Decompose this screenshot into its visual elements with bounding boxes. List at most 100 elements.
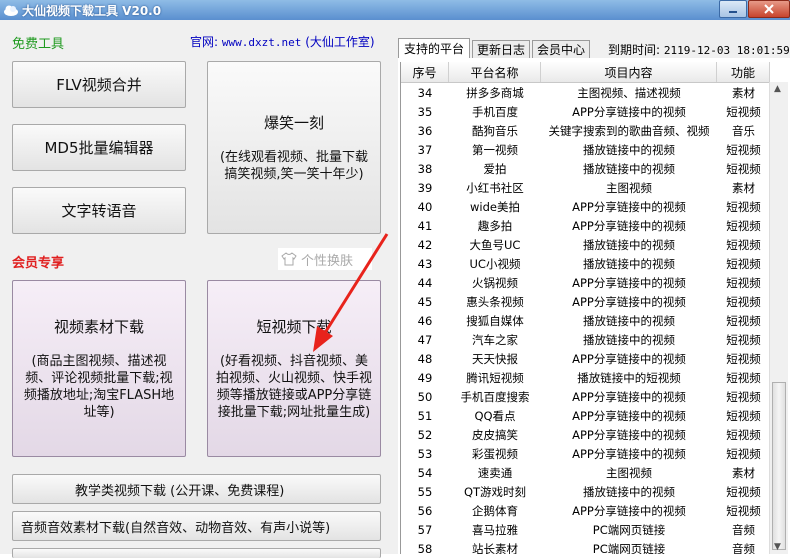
flv-merge-label: FLV视频合并	[56, 76, 142, 94]
row-index: 56	[417, 503, 433, 518]
table-row[interactable]: 39 小红书社区 主图视频 素材	[401, 178, 770, 197]
table-row[interactable]: 55 QT游戏时刻 播放链接中的视频 短视频	[401, 482, 770, 501]
row-index: 34	[417, 85, 433, 100]
row-platform: UC小视频	[469, 256, 521, 271]
row-function: 短视频	[726, 218, 761, 233]
table-row[interactable]: 52 皮皮搞笑 APP分享链接中的视频 短视频	[401, 425, 770, 444]
table-row[interactable]: 49 腾讯短视频 播放链接中的短视频 短视频	[401, 368, 770, 387]
row-content: 播放链接中的视频	[583, 484, 675, 499]
flv-merge-button[interactable]: FLV视频合并	[12, 61, 186, 108]
row-function: 短视频	[726, 503, 761, 518]
platform-table: 序号 平台名称 项目内容 功能 34 拼多多商城 主图视频、描述视频 素材 35 手机百度…	[400, 62, 770, 554]
col-content[interactable]: 项目内容	[541, 62, 717, 82]
tab-supported-platforms[interactable]: 支持的平台	[398, 38, 470, 58]
row-platform: 搜狐自媒体	[466, 313, 524, 328]
scroll-up-icon[interactable]: ▲	[774, 84, 781, 94]
col-platform[interactable]: 平台名称	[449, 62, 541, 82]
tab-member-center[interactable]: 会员中心	[532, 40, 590, 58]
next-tool-button[interactable]	[12, 548, 381, 558]
table-row[interactable]: 44 火锅视频 APP分享链接中的视频 短视频	[401, 273, 770, 292]
row-content: APP分享链接中的视频	[572, 199, 686, 214]
table-row[interactable]: 37 第一视频 播放链接中的视频 短视频	[401, 140, 770, 159]
row-index: 50	[417, 389, 433, 404]
row-function: 短视频	[726, 294, 761, 309]
expire-label: 到期时间:	[608, 43, 661, 57]
row-platform: 第一视频	[472, 142, 518, 157]
row-index: 57	[417, 522, 433, 537]
table-row[interactable]: 46 搜狐自媒体 播放链接中的视频 短视频	[401, 311, 770, 330]
tshirt-icon	[281, 252, 297, 266]
tab-update-log[interactable]: 更新日志	[472, 40, 530, 58]
row-platform: 速卖通	[477, 465, 513, 480]
row-function: 短视频	[726, 370, 761, 385]
audio-material-download-button[interactable]: 音频音效素材下载(自然音效、动物音效、有声小说等)	[12, 511, 381, 541]
row-index: 44	[417, 275, 433, 290]
course-video-download-button[interactable]: 教学类视频下载 (公开课、免费课程)	[12, 474, 381, 504]
table-row[interactable]: 56 企鹅体育 APP分享链接中的视频 短视频	[401, 501, 770, 520]
table-row[interactable]: 54 速卖通 主图视频 素材	[401, 463, 770, 482]
table-row[interactable]: 47 汽车之家 播放链接中的视频 短视频	[401, 330, 770, 349]
table-row[interactable]: 50 手机百度搜索 APP分享链接中的视频 短视频	[401, 387, 770, 406]
row-index: 55	[417, 484, 433, 499]
row-index: 39	[417, 180, 433, 195]
table-row[interactable]: 40 wide美拍 APP分享链接中的视频 短视频	[401, 197, 770, 216]
md5-editor-button[interactable]: MD5批量编辑器	[12, 124, 186, 171]
table-row[interactable]: 35 手机百度 APP分享链接中的视频 短视频	[401, 102, 770, 121]
funny-moments-button[interactable]: 爆笑一刻 (在线观看视频、批量下载搞笑视频,笑一笑十年少)	[207, 61, 381, 234]
table-row[interactable]: 36 酷狗音乐 关键字搜索到的歌曲音频、视频 音乐	[401, 121, 770, 140]
row-index: 36	[417, 123, 433, 138]
col-function[interactable]: 功能	[717, 62, 770, 82]
table-scrollbar[interactable]: ▲ ▼	[769, 82, 788, 554]
official-url-link[interactable]: www.dxzt.net	[222, 36, 301, 49]
row-content: 播放链接中的短视频	[577, 370, 681, 385]
table-row[interactable]: 48 天天快报 APP分享链接中的视频 短视频	[401, 349, 770, 368]
row-index: 49	[417, 370, 433, 385]
table-row[interactable]: 57 喜马拉雅 PC端网页链接 音频	[401, 520, 770, 539]
table-row[interactable]: 34 拼多多商城 主图视频、描述视频 素材	[401, 83, 770, 102]
row-content: 播放链接中的视频	[583, 161, 675, 176]
table-row[interactable]: 41 趣多拍 APP分享链接中的视频 短视频	[401, 216, 770, 235]
table-row[interactable]: 51 QQ看点 APP分享链接中的视频 短视频	[401, 406, 770, 425]
text-to-speech-button[interactable]: 文字转语音	[12, 187, 186, 234]
video-material-download-button[interactable]: 视频素材下载 (商品主图视频、描述视频、评论视频批量下载;视频播放地址;淘宝FL…	[12, 280, 186, 457]
row-index: 46	[417, 313, 433, 328]
table-row[interactable]: 43 UC小视频 播放链接中的视频 短视频	[401, 254, 770, 273]
scroll-thumb[interactable]	[772, 382, 786, 550]
row-platform: 腾讯短视频	[466, 370, 524, 385]
table-row[interactable]: 38 爱拍 播放链接中的视频 短视频	[401, 159, 770, 178]
expire-info: 到期时间: 2119-12-03 18:01:59	[608, 41, 790, 58]
row-content: PC端网页链接	[592, 522, 666, 537]
table-row[interactable]: 42 大鱼号UC 播放链接中的视频 短视频	[401, 235, 770, 254]
row-content: 播放链接中的视频	[583, 332, 675, 347]
table-row[interactable]: 45 惠头条视频 APP分享链接中的视频 短视频	[401, 292, 770, 311]
table-row[interactable]: 58 站长素材 PC端网页链接 音频	[401, 539, 770, 555]
official-site: 官网: www.dxzt.net (大仙工作室)	[190, 33, 375, 50]
expire-value: 2119-12-03 18:01:59	[663, 44, 790, 57]
row-content: APP分享链接中的视频	[572, 294, 686, 309]
row-platform: wide美拍	[470, 199, 520, 214]
close-icon	[764, 4, 774, 14]
tab-strip: 支持的平台 更新日志 会员中心 到期时间: 2119-12-03 18:01:5…	[398, 20, 790, 58]
window-title: 大仙视频下载工具 V20.0	[22, 4, 162, 18]
row-content: APP分享链接中的视频	[572, 389, 686, 404]
row-platform: 皮皮搞笑	[472, 427, 518, 442]
app-cloud-icon	[4, 5, 18, 16]
row-platform: 汽车之家	[472, 332, 518, 347]
scroll-down-icon[interactable]: ▼	[774, 542, 781, 552]
row-index: 37	[417, 142, 433, 157]
course-video-label: 教学类视频下载 (公开课、免费课程)	[75, 483, 285, 499]
minimize-button[interactable]	[719, 0, 747, 18]
row-platform: QT游戏时刻	[463, 484, 527, 499]
col-index[interactable]: 序号	[401, 62, 449, 82]
table-row[interactable]: 53 彩蛋视频 APP分享链接中的视频 短视频	[401, 444, 770, 463]
row-index: 53	[417, 446, 433, 461]
row-function: 短视频	[726, 199, 761, 214]
row-index: 54	[417, 465, 433, 480]
row-function: 素材	[732, 465, 755, 480]
platform-panel: 支持的平台 更新日志 会员中心 到期时间: 2119-12-03 18:01:5…	[398, 20, 790, 554]
row-index: 45	[417, 294, 433, 309]
row-function: 短视频	[726, 161, 761, 176]
row-function: 短视频	[726, 237, 761, 252]
row-index: 48	[417, 351, 433, 366]
close-button[interactable]	[748, 0, 790, 18]
